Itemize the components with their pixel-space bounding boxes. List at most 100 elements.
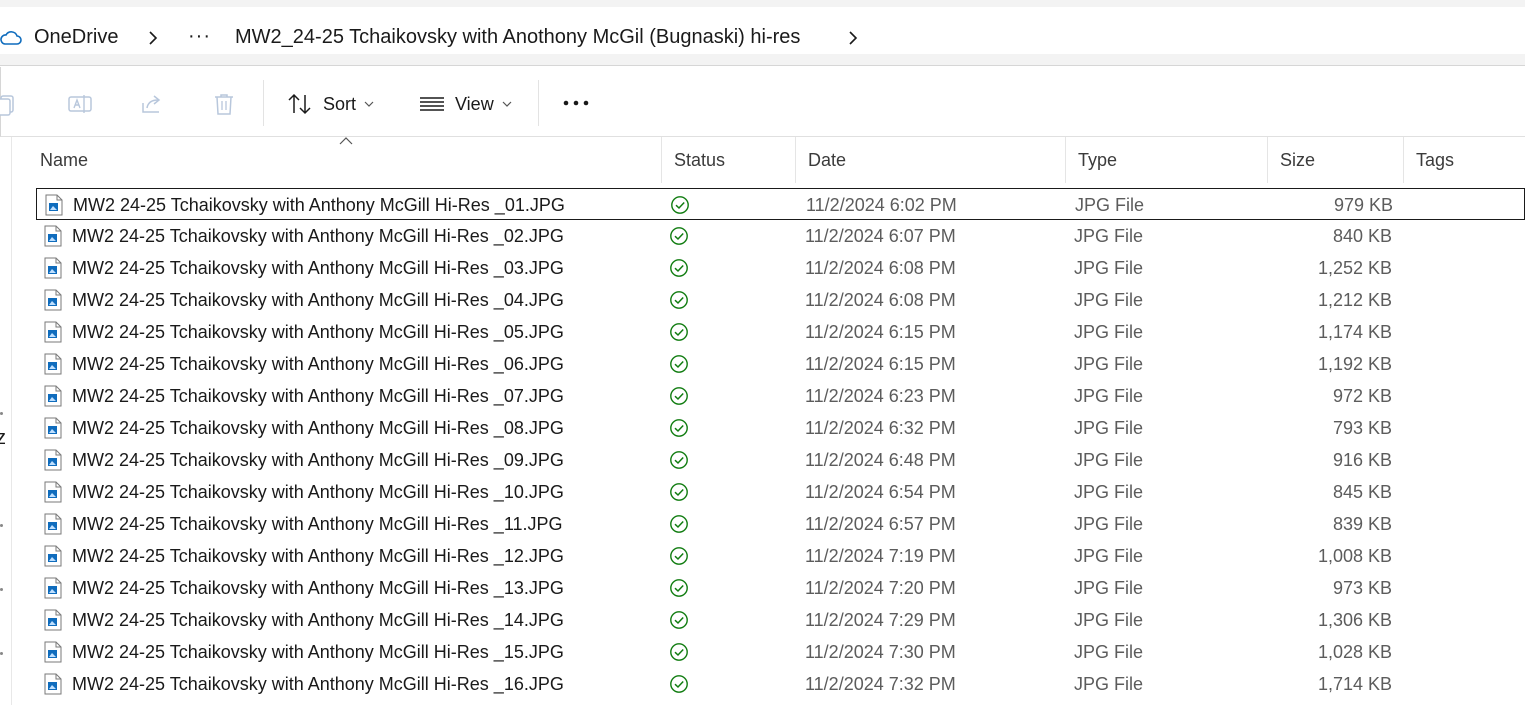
file-name: MW2 24-25 Tchaikovsky with Anthony McGil… bbox=[72, 258, 564, 278]
file-date: 11/2/2024 6:23 PM bbox=[805, 386, 956, 406]
file-size: 1,714 KB bbox=[1317, 674, 1392, 694]
file-name: MW2 24-25 Tchaikovsky with Anthony McGil… bbox=[72, 578, 564, 598]
image-file-icon bbox=[44, 673, 62, 695]
column-header-size[interactable]: Size bbox=[1267, 137, 1403, 183]
nav-item-label[interactable]: z bbox=[0, 427, 6, 450]
breadcrumb-overflow-button[interactable]: ··· bbox=[188, 25, 211, 48]
synced-check-icon bbox=[670, 483, 688, 501]
file-type: JPG File bbox=[1074, 258, 1144, 278]
file-size: 1,008 KB bbox=[1317, 546, 1392, 566]
chevron-down-icon bbox=[364, 101, 374, 107]
rename-icon[interactable] bbox=[67, 91, 93, 117]
file-name: MW2 24-25 Tchaikovsky with Anthony McGil… bbox=[72, 482, 564, 502]
nav-dot bbox=[0, 524, 3, 527]
navigation-pane-edge[interactable]: z bbox=[0, 137, 12, 705]
synced-check-icon bbox=[670, 547, 688, 565]
more-icon[interactable] bbox=[561, 93, 591, 113]
file-row[interactable]: MW2 24-25 Tchaikovsky with Anthony McGil… bbox=[36, 604, 1525, 636]
column-headers: Name Status Date Type Size Tags bbox=[28, 137, 1525, 183]
file-row[interactable]: MW2 24-25 Tchaikovsky with Anthony McGil… bbox=[36, 540, 1525, 572]
window-top-strip bbox=[0, 0, 1525, 7]
file-size: 839 KB bbox=[1332, 514, 1392, 534]
file-row[interactable]: MW2 24-25 Tchaikovsky with Anthony McGil… bbox=[36, 348, 1525, 380]
synced-check-icon bbox=[670, 611, 688, 629]
synced-check-icon bbox=[670, 227, 688, 245]
file-date: 11/2/2024 7:20 PM bbox=[805, 578, 956, 598]
nav-dot bbox=[0, 588, 3, 591]
file-name: MW2 24-25 Tchaikovsky with Anthony McGil… bbox=[72, 322, 564, 342]
address-bar-divider bbox=[0, 54, 1525, 66]
synced-check-icon bbox=[670, 259, 688, 277]
file-row[interactable]: MW2 24-25 Tchaikovsky with Anthony McGil… bbox=[36, 188, 1525, 220]
file-size: 916 KB bbox=[1332, 450, 1392, 470]
nav-dot bbox=[0, 652, 3, 655]
share-icon[interactable] bbox=[139, 91, 165, 117]
command-separator bbox=[538, 80, 539, 126]
file-date: 11/2/2024 6:08 PM bbox=[805, 258, 956, 278]
file-row[interactable]: MW2 24-25 Tchaikovsky with Anthony McGil… bbox=[36, 412, 1525, 444]
file-name: MW2 24-25 Tchaikovsky with Anthony McGil… bbox=[72, 386, 564, 406]
file-size: 1,212 KB bbox=[1317, 290, 1392, 310]
file-name: MW2 24-25 Tchaikovsky with Anthony McGil… bbox=[72, 546, 564, 566]
file-row[interactable]: MW2 24-25 Tchaikovsky with Anthony McGil… bbox=[36, 636, 1525, 668]
file-size: 1,028 KB bbox=[1317, 642, 1392, 662]
synced-check-icon bbox=[670, 579, 688, 597]
file-row[interactable]: MW2 24-25 Tchaikovsky with Anthony McGil… bbox=[36, 444, 1525, 476]
file-row[interactable]: MW2 24-25 Tchaikovsky with Anthony McGil… bbox=[36, 572, 1525, 604]
image-file-icon bbox=[44, 321, 62, 343]
file-date: 11/2/2024 6:32 PM bbox=[805, 418, 956, 438]
file-name: MW2 24-25 Tchaikovsky with Anthony McGil… bbox=[72, 450, 564, 470]
delete-icon[interactable] bbox=[211, 91, 237, 117]
file-type: JPG File bbox=[1074, 418, 1144, 438]
chevron-right-icon[interactable] bbox=[846, 27, 860, 49]
column-header-tags[interactable]: Tags bbox=[1403, 137, 1525, 183]
view-button[interactable]: View bbox=[419, 89, 522, 119]
image-file-icon bbox=[44, 289, 62, 311]
file-date: 11/2/2024 7:30 PM bbox=[805, 642, 956, 662]
column-header-date[interactable]: Date bbox=[795, 137, 1065, 183]
file-type: JPG File bbox=[1074, 674, 1144, 694]
file-row[interactable]: MW2 24-25 Tchaikovsky with Anthony McGil… bbox=[36, 284, 1525, 316]
file-date: 11/2/2024 6:54 PM bbox=[805, 482, 956, 502]
synced-check-icon bbox=[670, 291, 688, 309]
file-size: 793 KB bbox=[1332, 418, 1392, 438]
synced-check-icon bbox=[670, 451, 688, 469]
address-bar[interactable]: OneDrive ··· MW2_24-25 Tchaikovsky with … bbox=[0, 7, 1525, 54]
image-file-icon bbox=[44, 545, 62, 567]
file-name: MW2 24-25 Tchaikovsky with Anthony McGil… bbox=[72, 418, 564, 438]
file-row[interactable]: MW2 24-25 Tchaikovsky with Anthony McGil… bbox=[36, 316, 1525, 348]
sort-button[interactable]: Sort bbox=[287, 89, 384, 119]
synced-check-icon bbox=[670, 675, 688, 693]
breadcrumb-onedrive[interactable]: OneDrive bbox=[34, 26, 118, 49]
chevron-right-icon[interactable] bbox=[146, 27, 160, 49]
file-type: JPG File bbox=[1074, 290, 1144, 310]
cloud-icon bbox=[0, 31, 22, 45]
file-size: 845 KB bbox=[1332, 482, 1392, 502]
file-size: 1,252 KB bbox=[1317, 258, 1392, 278]
file-size: 840 KB bbox=[1332, 226, 1392, 246]
image-file-icon bbox=[44, 513, 62, 535]
file-row[interactable]: MW2 24-25 Tchaikovsky with Anthony McGil… bbox=[36, 220, 1525, 252]
file-row[interactable]: MW2 24-25 Tchaikovsky with Anthony McGil… bbox=[36, 476, 1525, 508]
file-row[interactable]: MW2 24-25 Tchaikovsky with Anthony McGil… bbox=[36, 508, 1525, 540]
column-header-type[interactable]: Type bbox=[1065, 137, 1267, 183]
file-size: 973 KB bbox=[1332, 578, 1392, 598]
file-type: JPG File bbox=[1074, 642, 1144, 662]
file-date: 11/2/2024 6:57 PM bbox=[805, 514, 956, 534]
column-header-status[interactable]: Status bbox=[661, 137, 795, 183]
file-row[interactable]: MW2 24-25 Tchaikovsky with Anthony McGil… bbox=[36, 380, 1525, 412]
file-date: 11/2/2024 7:32 PM bbox=[805, 674, 956, 694]
synced-check-icon bbox=[670, 643, 688, 661]
file-row[interactable]: MW2 24-25 Tchaikovsky with Anthony McGil… bbox=[36, 252, 1525, 284]
column-header-name[interactable]: Name bbox=[28, 137, 661, 183]
file-name: MW2 24-25 Tchaikovsky with Anthony McGil… bbox=[73, 195, 565, 215]
command-separator bbox=[263, 80, 264, 126]
file-row[interactable]: MW2 24-25 Tchaikovsky with Anthony McGil… bbox=[36, 668, 1525, 700]
synced-check-icon bbox=[671, 196, 689, 214]
copy-icon[interactable] bbox=[0, 91, 19, 117]
file-date: 11/2/2024 7:19 PM bbox=[805, 546, 956, 566]
breadcrumb-current-folder[interactable]: MW2_24-25 Tchaikovsky with Anothony McGi… bbox=[235, 26, 800, 49]
sort-label: Sort bbox=[323, 93, 357, 114]
file-name: MW2 24-25 Tchaikovsky with Anthony McGil… bbox=[72, 674, 564, 694]
synced-check-icon bbox=[670, 419, 688, 437]
